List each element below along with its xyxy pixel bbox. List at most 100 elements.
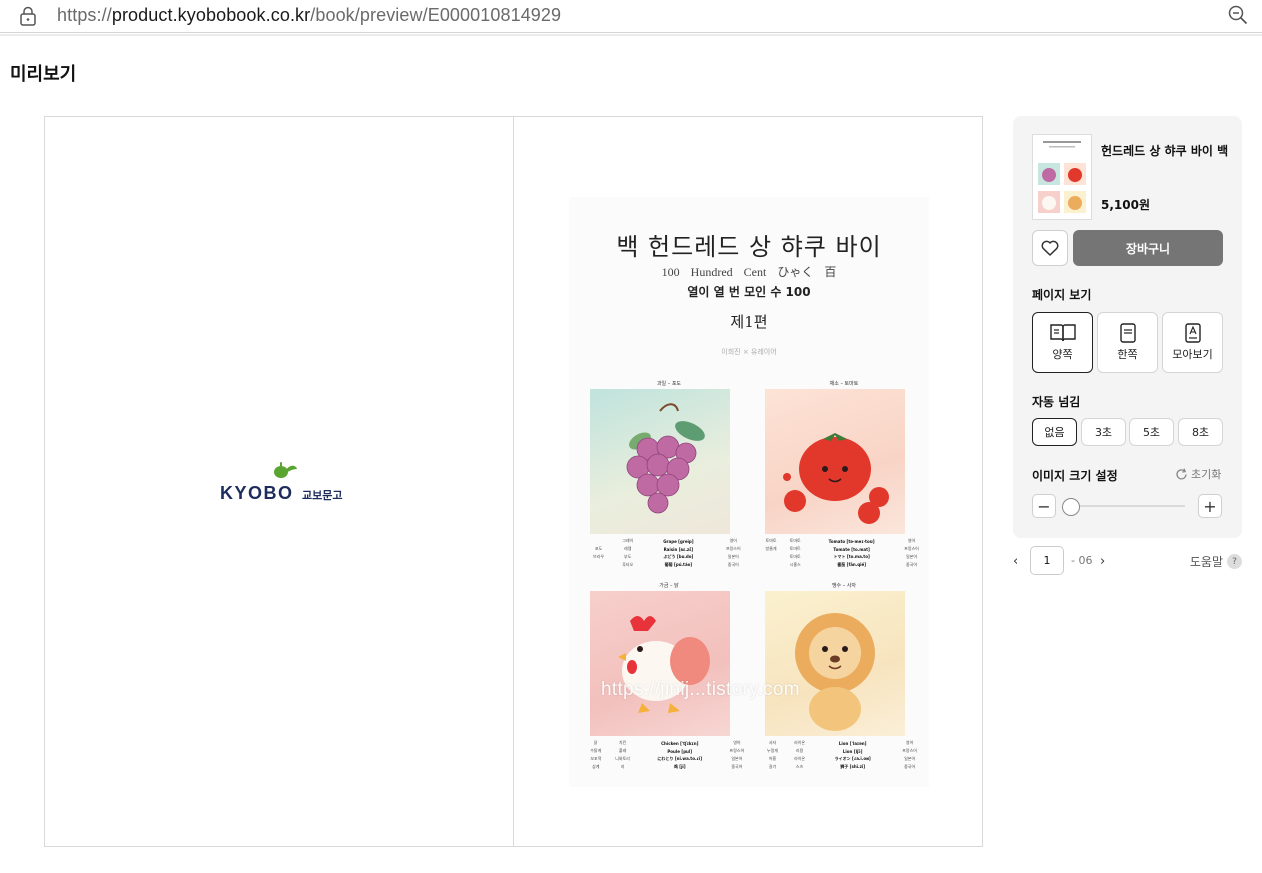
table-cell: 리용 [795,748,804,753]
page-number-input[interactable]: 1 [1030,546,1064,575]
table-cell: 프랑스어 [725,546,741,551]
reset-button[interactable]: 초기화 [1175,466,1221,482]
table-cell: にわとり [ni.wa.to.ɾi] [657,756,703,761]
table-cell: Tomate [to.mat] [833,546,870,552]
table-cell: 라이온 [794,740,806,745]
url-text[interactable]: https://product.kyobobook.co.kr/book/pre… [57,5,561,26]
book-author: 이희진 × 유레이어 [721,348,777,356]
chicken-illustration [590,591,730,736]
table-cell: Raisin [ʀɛ.zɛ̃] [663,546,694,552]
table-cell: 라이온 [794,756,806,761]
table-cell: 레젱 [624,546,632,551]
book-volume: 제1편 [730,313,768,331]
table-cell: 토마토 [789,554,801,559]
table-cell: 스즈 [795,764,804,769]
preview-viewer[interactable]: KYOBO 교보문고 백 헌드레드 상 햐쿠 바이 100 Hundred Ce… [44,116,983,847]
card-caption: 채소 – 토마토 [829,381,859,387]
page-navigator: ‹ 1 - 06 › 도움말 ? [1013,546,1242,576]
table-cell: ぶどう [bu.do] [663,554,694,559]
product-price: 5,100원 [1101,198,1150,212]
table-cell: 토마토 [789,538,801,543]
table-cell: 꼬꼬댁 [590,756,602,761]
url-host: product.kyobobook.co.kr [111,5,311,25]
cart-button[interactable]: 장바구니 [1073,230,1223,266]
view-both-pages-button[interactable]: 양쪽 [1032,312,1093,373]
table-cell: 푸타오 [622,562,634,567]
grid-pages-icon [1184,323,1201,343]
table-cell: 어흥 [768,756,777,761]
card-caption: 과일 – 포도 [656,381,682,387]
view-grid-label: 모아보기 [1172,348,1213,361]
heart-icon [1041,240,1059,256]
url-path: /book/preview/E000010814929 [310,5,562,25]
view-both-label: 양쪽 [1052,348,1073,361]
table-cell: 사자 [768,740,777,745]
table-cell: 풀레 [618,748,627,753]
help-button[interactable]: 도움말 ? [1190,553,1242,570]
image-size-slider-track[interactable] [1065,505,1185,507]
page-title: 미리보기 [10,64,77,85]
zoom-out-icon[interactable] [1228,5,1248,25]
table-cell: トマト [to.ma.to] [833,554,870,559]
next-page-chevron-icon[interactable]: › [1100,554,1105,569]
vocab-card-lion: 맹수 – 사자 사자 라이온 Lion [ˈlaɪən] 영어 누렁게 리용 Lion [… [759,582,929,771]
table-cell: 중국어 [731,764,743,769]
auto-flip-label: 자동 넘김 [1032,395,1081,409]
table-cell: 狮子 [shī.zi] [840,764,866,769]
view-single-page-button[interactable]: 한쪽 [1097,312,1158,373]
auto-flip-none-button[interactable]: 없음 [1032,418,1077,446]
table-cell: 삼계 [592,764,600,769]
table-cell: 鸡 [jī] [673,764,686,769]
image-size-slider-handle[interactable] [1062,498,1080,516]
address-bar[interactable]: https://product.kyobobook.co.kr/book/pre… [0,0,1262,33]
table-cell: Tomato [tə·meɪ·toʊ] [828,538,875,544]
kyobo-logo: KYOBO 교보문고 [220,461,343,505]
reset-label: 초기화 [1191,468,1222,481]
auto-flip-5s-button[interactable]: 5초 [1129,418,1174,446]
zoom-minus-button[interactable]: − [1032,494,1056,518]
lock-icon [20,6,36,26]
refresh-icon [1176,468,1187,479]
table-cell: 일본어 [727,554,739,559]
kyobo-brand-en: KYOBO [220,483,294,503]
card-word-table: 토마토 토마토 Tomato [tə·meɪ·toʊ] 영어 방울게 토마트 Tomate… [759,537,927,569]
book-subtitle: 100 Hundred Cent ひゃく 百 [661,265,837,279]
table-cell: 프랑스어 [729,748,745,753]
question-icon: ? [1227,554,1242,569]
wishlist-button[interactable] [1032,230,1068,266]
page-total: - 06 [1071,554,1093,567]
card-word-table: 그레이 Grape [greip] 영어 포도 레젱 Raisin [ʀɛ.zɛ̃] 프랑… [584,537,752,569]
table-cell: 수탉게 [590,748,602,753]
kyobo-wordmark: KYOBO 교보문고 [220,483,343,504]
table-cell: 토마토 [765,538,777,543]
table-cell: 지 [620,764,625,769]
book-thumbnail[interactable] [1032,134,1092,220]
auto-flip-3s-button[interactable]: 3초 [1081,418,1126,446]
auto-flip-8s-button[interactable]: 8초 [1178,418,1223,446]
table-cell: 누렁게 [767,748,779,753]
kyobo-leaf-icon [274,462,297,478]
table-cell: 프랑스어 [904,546,919,551]
table-cell: 중국어 [904,764,916,769]
table-cell: 치킨 [618,740,627,745]
prev-page-chevron-icon[interactable]: ‹ [1013,554,1018,569]
view-grid-button[interactable]: 모아보기 [1162,312,1223,373]
table-cell: 중국어 [727,562,739,567]
watermark-text: https://jinij...tistory.com [601,679,800,700]
card-word-table: 사자 라이온 Lion [ˈlaɪən] 영어 누렁게 리용 Lion [ljɔ̃] 프랑스… [759,739,927,771]
table-cell: 중국어 [905,562,918,567]
table-cell: 닭 [593,740,598,745]
table-cell: 니와토리 [615,756,630,761]
lion-illustration [765,591,905,736]
tomato-illustration [765,389,905,534]
table-cell: 프랑스어 [902,748,917,753]
table-cell: ライオン [ɾa.i.oɴ] [834,756,871,761]
preview-sidebar: 헌드레드 상 햐쿠 바이 백 5,100원 장바구니 페이지 보기 양쪽 한쪽 … [1013,116,1242,538]
kyobo-brand-ko: 교보문고 [302,490,343,502]
table-cell: Lion [ljɔ̃] [842,748,863,754]
table-cell [759,553,783,561]
zoom-plus-button[interactable]: + [1198,494,1222,518]
vocab-card-grape: 과일 – 포도 그레이 Grape [greip] 영어 포도 레젱 Raisin [ʀ… [584,380,754,569]
vocab-card-chicken: 가금 – 닭 닭 치킨 Chicken [ˈtʃɪkɪn] 영어 수탉게 풀레 Poule… [584,582,754,771]
table-cell: 番茄 [fān.qié] [837,562,867,567]
